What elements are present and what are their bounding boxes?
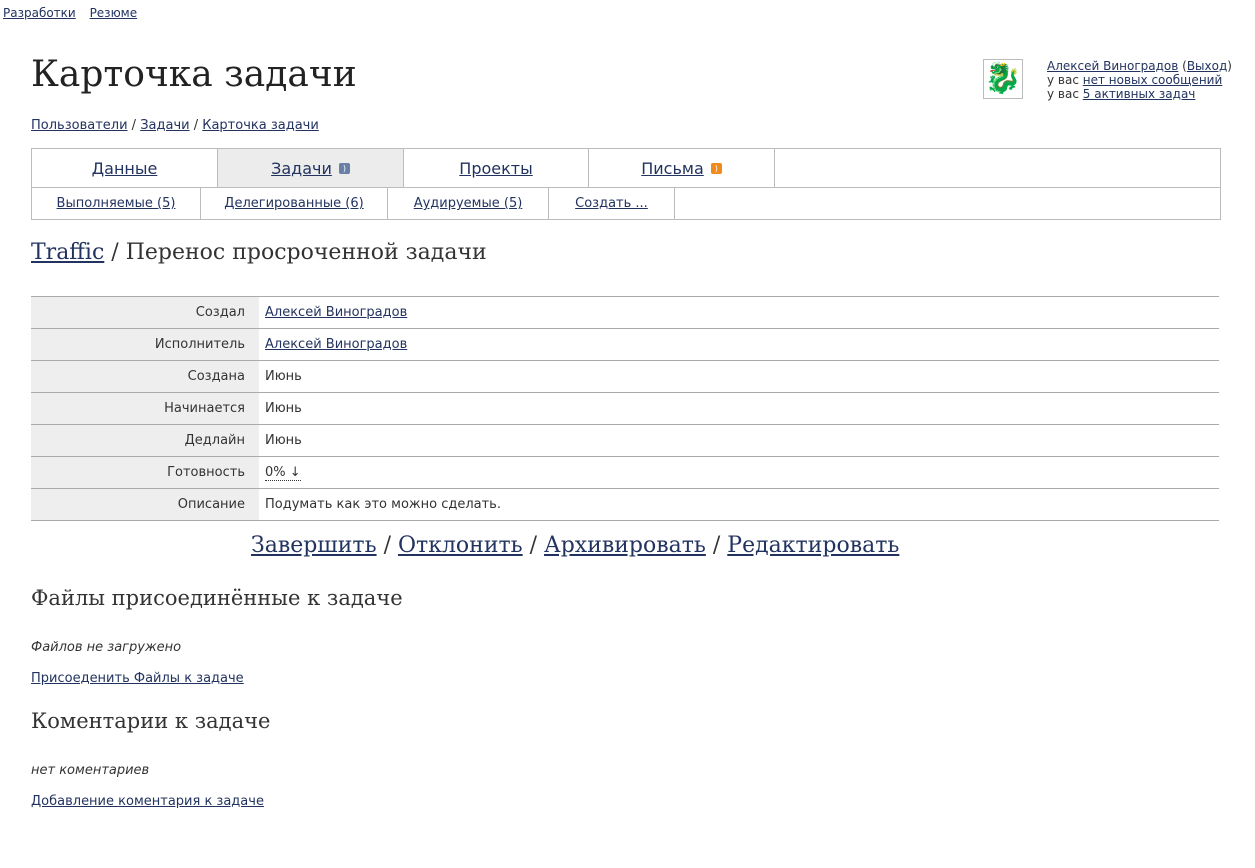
actions-separator: / — [705, 533, 728, 558]
detail-label: Исполнитель — [31, 328, 259, 361]
breadcrumb: Пользователи / Задачи / Карточка задачи — [31, 118, 319, 133]
subtab-audited[interactable]: Аудируемые (5) — [388, 188, 549, 219]
tasks-prefix: у вас — [1047, 87, 1083, 101]
detail-value: 0% ↓ — [259, 456, 1219, 489]
tab-tasks-link[interactable]: Задачи — [271, 159, 332, 178]
edit-link[interactable]: Редактировать — [727, 533, 899, 558]
detail-value: Июнь — [259, 424, 1219, 457]
comments-section-title: Коментарии к задаче — [31, 709, 271, 733]
tab-data[interactable]: Данные — [32, 149, 218, 187]
assignee-link[interactable]: Алексей Виноградов — [265, 337, 407, 352]
files-section-title: Файлы присоединённые к задаче — [31, 586, 403, 610]
page-title: Карточка задачи — [31, 54, 357, 95]
tab-tasks[interactable]: Задачи ) — [218, 149, 404, 187]
attach-files-link[interactable]: Присоеденить Файлы к задаче — [31, 671, 244, 686]
detail-label: Описание — [31, 488, 259, 521]
archive-link[interactable]: Архивировать — [544, 533, 706, 558]
detail-value: Подумать как это можно сделать. — [259, 488, 1219, 521]
add-comment-link[interactable]: Добавление коментария к задаче — [31, 794, 264, 809]
detail-label: Создана — [31, 360, 259, 393]
dragon-avatar-icon: 🐉 — [983, 59, 1023, 99]
tasks-line: у вас 5 активных задач — [1047, 87, 1232, 101]
table-row: Создал Алексей Виноградов — [31, 296, 1219, 329]
table-row: Описание Подумать как это можно сделать. — [31, 488, 1219, 521]
main-tabs-row: Данные Задачи ) Проекты Письма ) — [32, 149, 1220, 188]
actions-separator: / — [376, 533, 398, 558]
subtab-audited-link[interactable]: Аудируемые (5) — [414, 196, 523, 211]
detail-label: Готовность — [31, 456, 259, 489]
tab-data-link[interactable]: Данные — [92, 159, 158, 178]
subtab-executing-link[interactable]: Выполняемые (5) — [57, 196, 176, 211]
tab-projects-link[interactable]: Проекты — [459, 159, 532, 178]
logout-link[interactable]: Выход — [1187, 59, 1227, 73]
main-tabs: Данные Задачи ) Проекты Письма ) Выполня… — [31, 148, 1221, 220]
table-row: Готовность 0% ↓ — [31, 456, 1219, 489]
subtab-executing[interactable]: Выполняемые (5) — [32, 188, 201, 219]
reject-link[interactable]: Отклонить — [398, 533, 523, 558]
breadcrumb-separator: / — [189, 118, 203, 133]
task-heading-separator: / — [104, 240, 126, 265]
actions-separator: / — [522, 533, 545, 558]
subtab-create-link[interactable]: Создать ... — [575, 196, 648, 211]
sub-tabs-row: Выполняемые (5) Делегированные (6) Аудир… — [32, 188, 1220, 219]
rss-feed-icon[interactable]: ) — [710, 162, 722, 174]
logout-paren-close: ) — [1227, 59, 1232, 73]
breadcrumb-users[interactable]: Пользователи — [31, 118, 128, 133]
detail-value: Июнь — [259, 392, 1219, 425]
messages-line: у вас нет новых сообщений — [1047, 73, 1232, 87]
creator-link[interactable]: Алексей Виноградов — [265, 305, 407, 320]
tabs-spacer — [775, 149, 1220, 187]
tab-letters-link[interactable]: Письма — [641, 159, 704, 178]
user-name-link[interactable]: Алексей Виноградов — [1047, 59, 1178, 73]
breadcrumb-tasks[interactable]: Задачи — [140, 118, 189, 133]
project-link[interactable]: Traffic — [31, 240, 104, 265]
task-actions: Завершить / Отклонить / Архивировать / Р… — [251, 533, 899, 558]
breadcrumb-task-card[interactable]: Карточка задачи — [202, 118, 319, 133]
files-empty-note: Файлов не загружено — [31, 640, 182, 655]
detail-value: Алексей Виноградов — [259, 296, 1219, 329]
complete-link[interactable]: Завершить — [251, 533, 377, 558]
user-line: Алексей Виноградов (Выход) — [1047, 59, 1232, 73]
table-row: Создана Июнь — [31, 360, 1219, 393]
tab-letters[interactable]: Письма ) — [589, 149, 775, 187]
top-nav-link-resume[interactable]: Резюме — [90, 6, 138, 20]
subtab-create[interactable]: Создать ... — [549, 188, 675, 219]
detail-label: Начинается — [31, 392, 259, 425]
user-info: Алексей Виноградов (Выход) у вас нет нов… — [1047, 59, 1232, 101]
top-nav: Разработки Резюме — [3, 6, 147, 20]
progress-dropdown[interactable]: 0% ↓ — [265, 465, 301, 481]
comments-empty-note: нет коментариев — [31, 763, 150, 778]
detail-label: Дедлайн — [31, 424, 259, 457]
top-nav-link-developments[interactable]: Разработки — [3, 6, 76, 20]
task-details-table: Создал Алексей Виноградов Исполнитель Ал… — [31, 296, 1219, 521]
detail-value: Алексей Виноградов — [259, 328, 1219, 361]
subtabs-spacer — [675, 188, 1220, 219]
messages-link[interactable]: нет новых сообщений — [1083, 73, 1223, 87]
subtab-delegated-link[interactable]: Делегированные (6) — [224, 196, 363, 211]
table-row: Дедлайн Июнь — [31, 424, 1219, 457]
table-row: Начинается Июнь — [31, 392, 1219, 425]
active-tasks-link[interactable]: 5 активных задач — [1083, 87, 1196, 101]
breadcrumb-separator: / — [127, 118, 141, 133]
detail-label: Создал — [31, 296, 259, 329]
detail-value: Июнь — [259, 360, 1219, 393]
tab-projects[interactable]: Проекты — [404, 149, 589, 187]
task-title: Перенос просроченной задачи — [125, 240, 487, 265]
table-row: Исполнитель Алексей Виноградов — [31, 328, 1219, 361]
subtab-delegated[interactable]: Делегированные (6) — [201, 188, 388, 219]
task-heading: Traffic / Перенос просроченной задачи — [31, 240, 487, 265]
messages-prefix: у вас — [1047, 73, 1083, 87]
rss-feed-icon[interactable]: ) — [338, 162, 350, 174]
